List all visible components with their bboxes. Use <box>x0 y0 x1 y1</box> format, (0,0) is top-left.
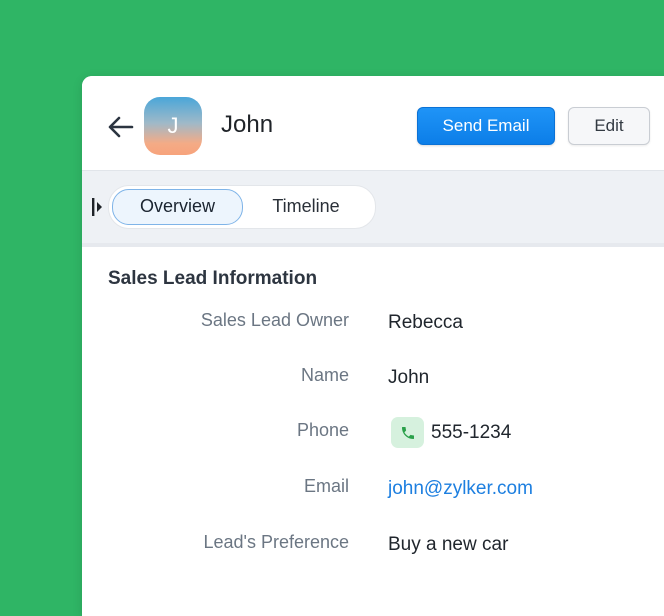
field-value: Rebecca <box>388 312 463 333</box>
sidebar-toggle-button[interactable] <box>91 197 105 217</box>
field-value: John <box>388 367 430 388</box>
field-label: Email <box>303 476 349 496</box>
tab-timeline[interactable]: Timeline <box>251 189 361 223</box>
sidebar-toggle-icon <box>92 198 102 216</box>
section-title: Sales Lead Information <box>108 268 318 289</box>
field-row-preference: Lead's Preference Buy a new car <box>82 532 664 562</box>
field-row-name: Name John <box>82 365 664 395</box>
field-row-owner: Sales Lead Owner Rebecca <box>82 310 664 340</box>
page-title: John <box>221 111 274 138</box>
edit-button[interactable]: Edit <box>568 107 650 145</box>
field-row-phone: Phone 555-1234 <box>82 417 664 450</box>
avatar: J <box>144 97 202 155</box>
field-row-email: Email john@zylker.com <box>82 476 664 506</box>
field-label: Sales Lead Owner <box>200 310 349 330</box>
tab-overview[interactable]: Overview <box>112 189 243 225</box>
field-label: Phone <box>296 420 349 440</box>
field-value: Buy a new car <box>388 534 509 555</box>
send-email-button[interactable]: Send Email <box>417 107 555 145</box>
tab-bar: Overview Timeline <box>82 170 664 247</box>
record-header: J John Send Email Edit <box>82 76 664 170</box>
tab-group: Overview Timeline <box>108 185 376 229</box>
phone-icon <box>401 426 414 439</box>
arrow-left-icon <box>108 116 134 138</box>
lead-detail-card: J John Send Email Edit Overview Timeline… <box>82 76 664 616</box>
back-button[interactable] <box>106 112 136 142</box>
field-label: Name <box>300 365 349 385</box>
field-label: Lead's Preference <box>203 532 349 552</box>
call-button[interactable] <box>391 417 424 448</box>
email-link[interactable]: john@zylker.com <box>388 478 533 500</box>
avatar-initial: J <box>167 113 179 138</box>
phone-value: 555-1234 <box>431 422 512 443</box>
